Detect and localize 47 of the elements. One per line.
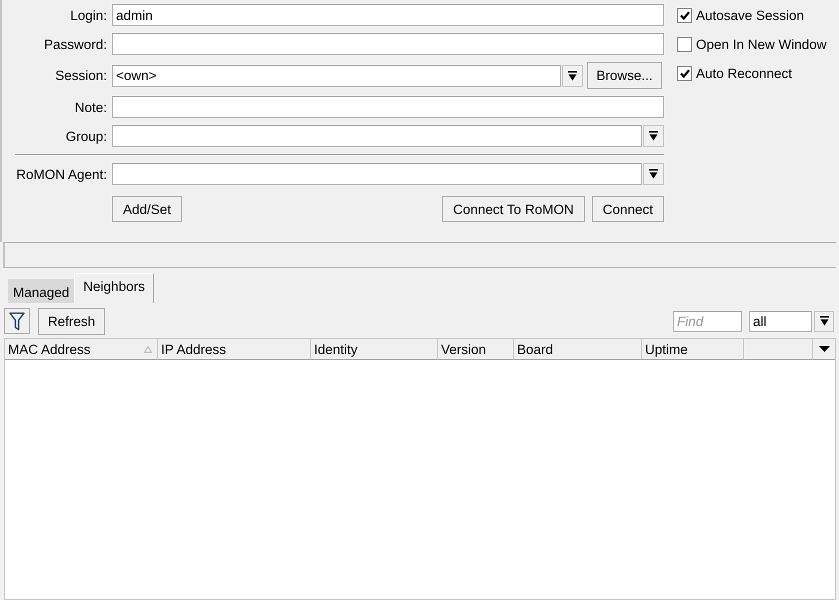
checkbox[interactable] [677, 37, 692, 52]
tab[interactable]: Managed [8, 279, 74, 303]
text-field[interactable]: admin [112, 4, 664, 26]
filter-field[interactable]: all [749, 310, 812, 332]
field-label: Session: [54, 68, 107, 83]
find-field[interactable]: Find [673, 310, 742, 332]
column-header[interactable]: Identity [311, 339, 438, 360]
dropdown-arrow-icon [649, 131, 658, 141]
field-label: RoMON Agent: [15, 166, 107, 182]
checkbox-label[interactable]: Open In New Window [696, 37, 827, 52]
action-button[interactable]: Add/Set [112, 196, 182, 222]
action-button[interactable]: Connect [592, 196, 664, 222]
checkmark-icon [680, 11, 690, 20]
dropdown-arrow-icon [820, 316, 828, 326]
dropdown-field[interactable] [112, 163, 642, 185]
text-field[interactable] [112, 96, 664, 118]
column-header[interactable]: IP Address [158, 339, 311, 360]
action-button[interactable]: Connect To RoMON [442, 196, 585, 222]
column-header[interactable]: Version [438, 339, 514, 360]
sort-triangle-icon [144, 346, 152, 352]
dropdown-arrow-icon [649, 169, 658, 179]
column-header[interactable]: Board [514, 339, 642, 360]
field-label: Login: [69, 8, 107, 22]
refresh-button[interactable]: Refresh [38, 308, 105, 334]
password-field[interactable] [112, 33, 664, 55]
dropdown-field[interactable] [112, 125, 642, 147]
dropdown-button[interactable] [562, 64, 583, 86]
field-label: Group: [64, 128, 107, 144]
funnel-icon [9, 312, 25, 330]
checkbox-label[interactable]: Autosave Session [696, 8, 804, 23]
tab[interactable]: Neighbors [74, 273, 154, 303]
caret-down-icon [818, 346, 830, 352]
field-label: Password: [42, 36, 107, 52]
dropdown-field[interactable]: <own> [112, 64, 561, 86]
checkbox[interactable] [677, 66, 692, 81]
dropdown-arrow-icon [568, 70, 577, 80]
dropdown-button[interactable] [814, 310, 834, 332]
filter-button[interactable] [4, 308, 30, 334]
browse-button[interactable]: Browse... [587, 62, 662, 89]
column-header[interactable]: Uptime [642, 339, 744, 360]
dropdown-button[interactable] [643, 163, 664, 185]
checkbox[interactable] [677, 8, 692, 23]
column-header[interactable]: MAC Address [5, 339, 158, 360]
field-label: Note: [74, 100, 107, 114]
dropdown-button[interactable] [643, 125, 664, 147]
checkbox-label[interactable]: Auto Reconnect [696, 66, 792, 81]
checkmark-icon [680, 69, 690, 78]
